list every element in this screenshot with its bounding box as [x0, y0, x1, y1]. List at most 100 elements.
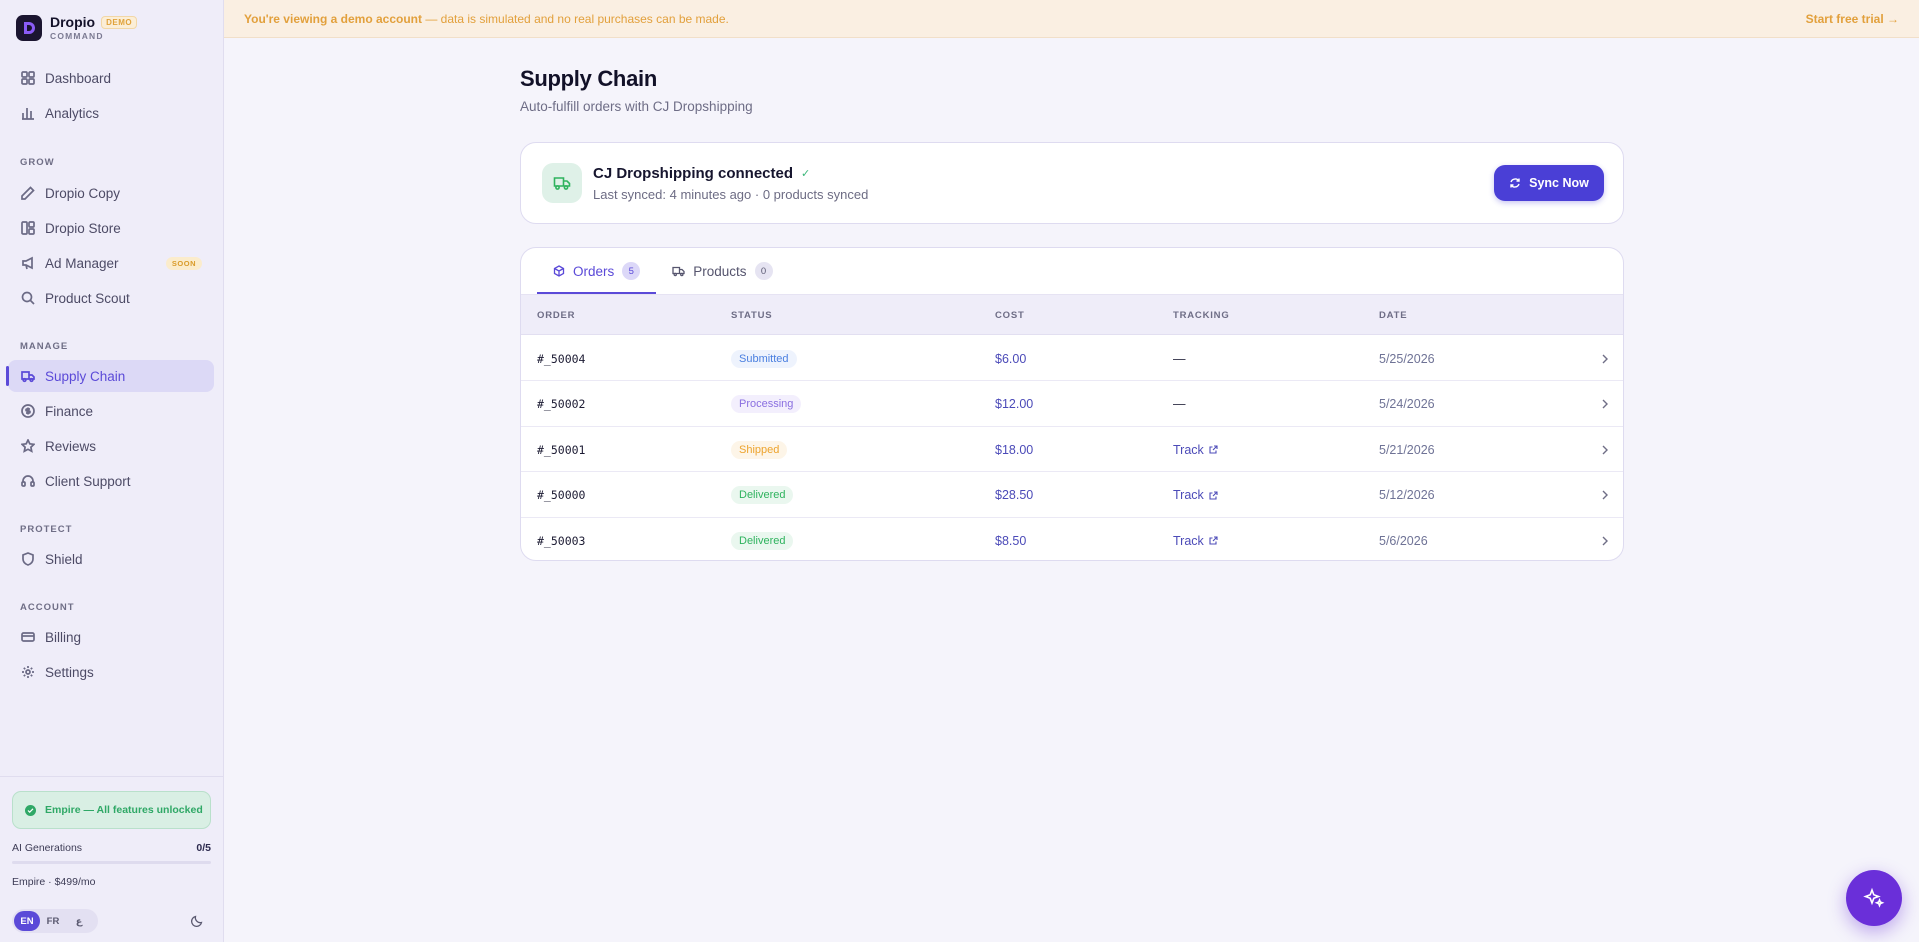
- sidebar-item-analytics[interactable]: Analytics: [8, 97, 214, 129]
- sidebar-item-ad-manager[interactable]: Ad Manager SOON: [8, 247, 214, 279]
- table-row[interactable]: #_50001 Shipped $18.00 Track 5/21/2026: [521, 427, 1623, 472]
- sidebar-item-settings[interactable]: Settings: [8, 656, 214, 688]
- sidebar-item-dropio-store[interactable]: Dropio Store: [8, 212, 214, 244]
- status-badge: Shipped: [731, 440, 788, 459]
- order-status-cell: Delivered: [731, 518, 794, 560]
- tab-orders[interactable]: Orders 5: [537, 248, 657, 294]
- lang-en-button[interactable]: EN: [14, 911, 40, 931]
- truck-icon: [672, 266, 685, 277]
- sidebar-item-label: Dashboard: [45, 70, 112, 86]
- order-id: #_50001: [537, 442, 586, 457]
- chevron-right-icon[interactable]: [1601, 518, 1609, 560]
- sidebar-item-label: Client Support: [45, 473, 131, 489]
- sidebar-item-label: Billing: [45, 629, 82, 645]
- sidebar-item-dropio-copy[interactable]: Dropio Copy: [8, 177, 214, 209]
- orders-card: Orders 5 Products 0 ORDER STATUS COST TR…: [520, 247, 1624, 561]
- status-badge: Processing: [731, 395, 802, 413]
- sidebar-item-label: Supply Chain: [45, 368, 126, 384]
- sidebar-item-label: Reviews: [45, 438, 97, 454]
- sparkles-icon: [1863, 887, 1885, 908]
- gear-icon: [22, 666, 34, 678]
- column-header-cost: COST: [995, 309, 1025, 321]
- track-link-label: Track: [1173, 442, 1204, 457]
- sidebar-item-billing[interactable]: Billing: [8, 621, 214, 653]
- order-status-cell: Shipped: [731, 427, 788, 472]
- track-link[interactable]: Track: [1173, 427, 1218, 472]
- sidebar-item-reviews[interactable]: Reviews: [8, 430, 214, 462]
- order-id: #_50002: [537, 397, 586, 411]
- connection-meta: Last synced: 4 minutes ago · 0 products …: [593, 187, 869, 202]
- sidebar-item-supply-chain[interactable]: Supply Chain: [6, 360, 214, 392]
- lang-fr-button[interactable]: FR: [40, 911, 66, 931]
- track-link[interactable]: Track: [1173, 473, 1218, 518]
- track-link[interactable]: Track: [1173, 518, 1218, 560]
- ai-generations-count: 0/5: [196, 842, 211, 854]
- sidebar-item-label: Shield: [45, 551, 83, 567]
- column-header-status: STATUS: [731, 309, 773, 321]
- section-label-account: ACCOUNT: [20, 602, 75, 613]
- card-icon: [21, 632, 35, 642]
- tab-products-count: 0: [754, 262, 773, 280]
- column-header-tracking: TRACKING: [1173, 309, 1230, 321]
- chevron-right-icon[interactable]: [1601, 336, 1609, 381]
- lang-ar-button[interactable]: ع: [66, 911, 92, 931]
- order-cost: $8.50: [995, 533, 1027, 548]
- moon-icon[interactable]: [190, 914, 204, 928]
- sidebar-item-product-scout[interactable]: Product Scout: [8, 282, 214, 314]
- demo-banner-bold: You're viewing a demo account: [244, 11, 423, 26]
- bar-chart-icon: [22, 108, 34, 120]
- sidebar-item-client-support[interactable]: Client Support: [8, 465, 214, 497]
- table-row[interactable]: #_50003 Delivered $8.50 Track 5/6/2026: [521, 518, 1623, 560]
- sidebar-item-label: Settings: [45, 664, 94, 680]
- truck-icon: [21, 371, 35, 383]
- section-label-grow: GROW: [20, 157, 55, 168]
- table-header: ORDER STATUS COST TRACKING DATE: [521, 295, 1623, 335]
- external-link-icon: [1209, 445, 1218, 454]
- truck-icon: [542, 163, 582, 203]
- order-date: 5/21/2026: [1379, 442, 1435, 457]
- brand-name: Dropio: [50, 14, 96, 30]
- soon-badge: SOON: [165, 256, 202, 270]
- ai-assistant-button[interactable]: [1846, 870, 1902, 926]
- demo-badge: DEMO: [101, 15, 138, 29]
- connection-card: CJ Dropshipping connected ✓ Last synced:…: [520, 142, 1624, 224]
- start-free-trial-link[interactable]: Start free trial →: [1806, 12, 1899, 26]
- order-status-cell: Submitted: [731, 336, 797, 381]
- demo-banner: You're viewing a demo account — data is …: [224, 0, 1919, 38]
- sidebar-item-shield[interactable]: Shield: [8, 543, 214, 575]
- tracking-empty: —: [1173, 397, 1186, 411]
- sidebar-item-finance[interactable]: Finance: [8, 395, 214, 427]
- tab-orders-label: Orders: [573, 263, 615, 279]
- tabs: Orders 5 Products 0: [537, 248, 789, 294]
- sidebar-item-label: Dropio Copy: [45, 185, 121, 201]
- section-label-manage: MANAGE: [20, 341, 69, 352]
- brand[interactable]: Dropio DEMO COMMAND: [16, 14, 138, 41]
- sidebar-item-dashboard[interactable]: Dashboard: [8, 62, 214, 94]
- sidebar-footer: Empire — All features unlocked AI Genera…: [0, 776, 224, 942]
- table-row[interactable]: #_50002 Processing $12.00 — 5/24/2026: [521, 382, 1623, 427]
- check-circle-icon: [25, 804, 36, 816]
- status-badge: Submitted: [731, 349, 797, 368]
- column-header-order: ORDER: [537, 309, 576, 321]
- check-icon: ✓: [801, 168, 811, 180]
- chevron-right-icon[interactable]: [1601, 473, 1609, 518]
- headset-icon: [21, 475, 35, 487]
- table-row[interactable]: #_50000 Delivered $28.50 Track 5/12/2026: [521, 473, 1623, 518]
- tab-orders-count: 5: [622, 262, 641, 280]
- demo-banner-rest: — data is simulated and no real purchase…: [422, 11, 729, 26]
- external-link-icon: [1209, 536, 1218, 545]
- order-id: #_50000: [537, 488, 586, 502]
- brand-sub: COMMAND: [50, 31, 104, 41]
- table-row[interactable]: #_50004 Submitted $6.00 — 5/25/2026: [521, 336, 1623, 381]
- plan-status-text: Empire — All features unlocked: [45, 804, 203, 816]
- chevron-right-icon[interactable]: [1601, 382, 1609, 427]
- refresh-icon: [1510, 178, 1520, 188]
- star-icon: [21, 439, 35, 453]
- order-date: 5/24/2026: [1379, 397, 1435, 411]
- tab-products[interactable]: Products 0: [656, 248, 788, 294]
- order-date: 5/25/2026: [1379, 351, 1435, 366]
- store-icon: [21, 221, 35, 235]
- chevron-right-icon[interactable]: [1601, 427, 1609, 472]
- track-link-label: Track: [1173, 533, 1204, 548]
- sync-now-button[interactable]: Sync Now: [1494, 165, 1604, 201]
